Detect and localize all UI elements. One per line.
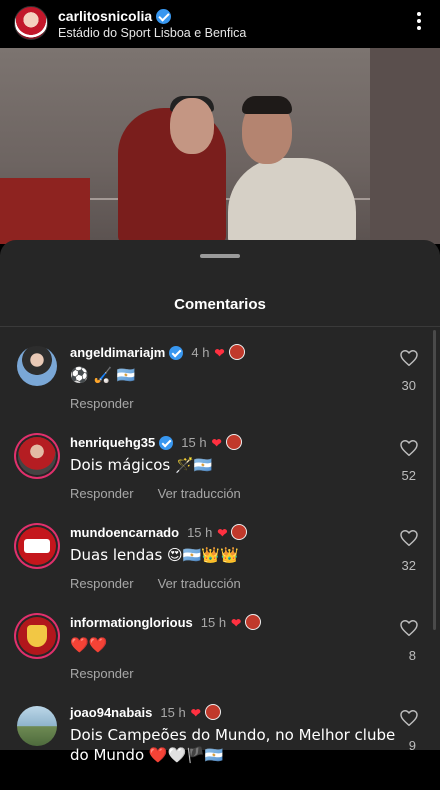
divider (0, 326, 440, 327)
comment-text: Duas lendas 😍🇦🇷👑👑 (70, 546, 239, 564)
verified-icon (169, 346, 184, 360)
comment-item: mundoencarnado 15 h ❤ Duas lendas 😍🇦🇷👑👑 Re… (0, 520, 440, 610)
sheet-title: Comentarios (174, 296, 266, 313)
author-mini-avatar (245, 614, 262, 630)
drag-handle[interactable] (200, 254, 240, 258)
reply-button[interactable]: Responder (70, 396, 134, 411)
translate-button[interactable]: Ver traducción (158, 576, 241, 591)
author-liked-heart-icon: ❤ (231, 616, 242, 630)
comment-text: Dois mágicos 🪄🇦🇷 (70, 456, 213, 474)
commenter-avatar[interactable] (17, 346, 57, 386)
like-heart-icon[interactable] (400, 349, 418, 367)
commenter-username[interactable]: mundoencarnado (70, 525, 179, 540)
commenter-avatar[interactable] (18, 437, 56, 475)
verified-icon (156, 9, 172, 24)
like-count: 30 (401, 378, 416, 393)
post-location[interactable]: Estádio do Sport Lisboa e Benfica (58, 26, 246, 40)
comment-time: 15 h (181, 435, 207, 450)
comment-item: henriquehg35 15 h ❤ Dois mágicos 🪄🇦🇷 Respo… (0, 430, 440, 520)
comment-item: angeldimariajm 4 h ❤ ⚽ 🏑 🇦🇷 Responder 30 (0, 340, 440, 430)
commenter-username[interactable]: henriquehg35 (70, 435, 155, 450)
comments-sheet: Comentarios angeldimariajm 4 h ❤ ⚽ 🏑 🇦🇷 Re… (0, 240, 440, 764)
author-liked-heart-icon: ❤ (214, 346, 225, 360)
commenter-username[interactable]: informationglorious (70, 615, 193, 630)
post-header: carlitosnicolia Estádio do Sport Lisboa … (0, 0, 440, 48)
comment-item: joao94nabais 15 h ❤ Dois Campeões do Mundo… (0, 700, 440, 790)
like-count: 32 (401, 558, 416, 573)
translate-button[interactable]: Ver traducción (158, 486, 241, 501)
author-liked-heart-icon: ❤ (190, 706, 201, 720)
author-mini-avatar (228, 344, 245, 360)
verified-icon (159, 436, 174, 450)
author-liked-heart-icon: ❤ (217, 526, 228, 540)
author-username[interactable]: carlitosnicolia (58, 8, 172, 24)
more-options-icon[interactable] (416, 12, 422, 34)
author-mini-avatar (231, 524, 248, 540)
author-avatar[interactable] (14, 6, 48, 40)
like-count: 52 (401, 468, 416, 483)
person-right (228, 158, 356, 244)
commenter-username[interactable]: angeldimariajm (70, 345, 165, 360)
reply-button[interactable]: Responder (70, 666, 134, 681)
reply-button[interactable]: Responder (70, 486, 134, 501)
author-mini-avatar (204, 704, 221, 720)
comment-text: ❤️❤️ (70, 636, 108, 654)
comment-time: 15 h (200, 615, 227, 630)
like-heart-icon[interactable] (400, 529, 418, 547)
comment-time: 15 h (187, 525, 213, 540)
like-heart-icon[interactable] (400, 709, 418, 727)
like-count: 9 (408, 738, 416, 753)
author-mini-avatar (225, 434, 242, 450)
like-count: 8 (408, 648, 416, 663)
like-heart-icon[interactable] (400, 619, 418, 637)
comment-text: Dois Campeões do Mundo, no Melhor clube (70, 726, 396, 744)
comment-text: ⚽ 🏑 🇦🇷 (70, 366, 136, 384)
comment-text-line2: do Mundo ❤️🤍🏴🇦🇷 (70, 746, 224, 764)
commenter-avatar[interactable] (18, 617, 56, 655)
comment-item: informationglorious 15 h ❤ ❤️❤️ Responder … (0, 610, 440, 700)
commenter-avatar[interactable] (18, 527, 56, 565)
post-photo (0, 48, 440, 244)
author-liked-heart-icon: ❤ (211, 436, 222, 450)
commenter-username[interactable]: joao94nabais (70, 705, 152, 720)
reply-button[interactable]: Responder (70, 576, 134, 591)
comment-time: 4 h (191, 345, 210, 360)
like-heart-icon[interactable] (400, 439, 418, 457)
comment-time: 15 h (160, 705, 186, 720)
commenter-avatar[interactable] (17, 706, 57, 746)
